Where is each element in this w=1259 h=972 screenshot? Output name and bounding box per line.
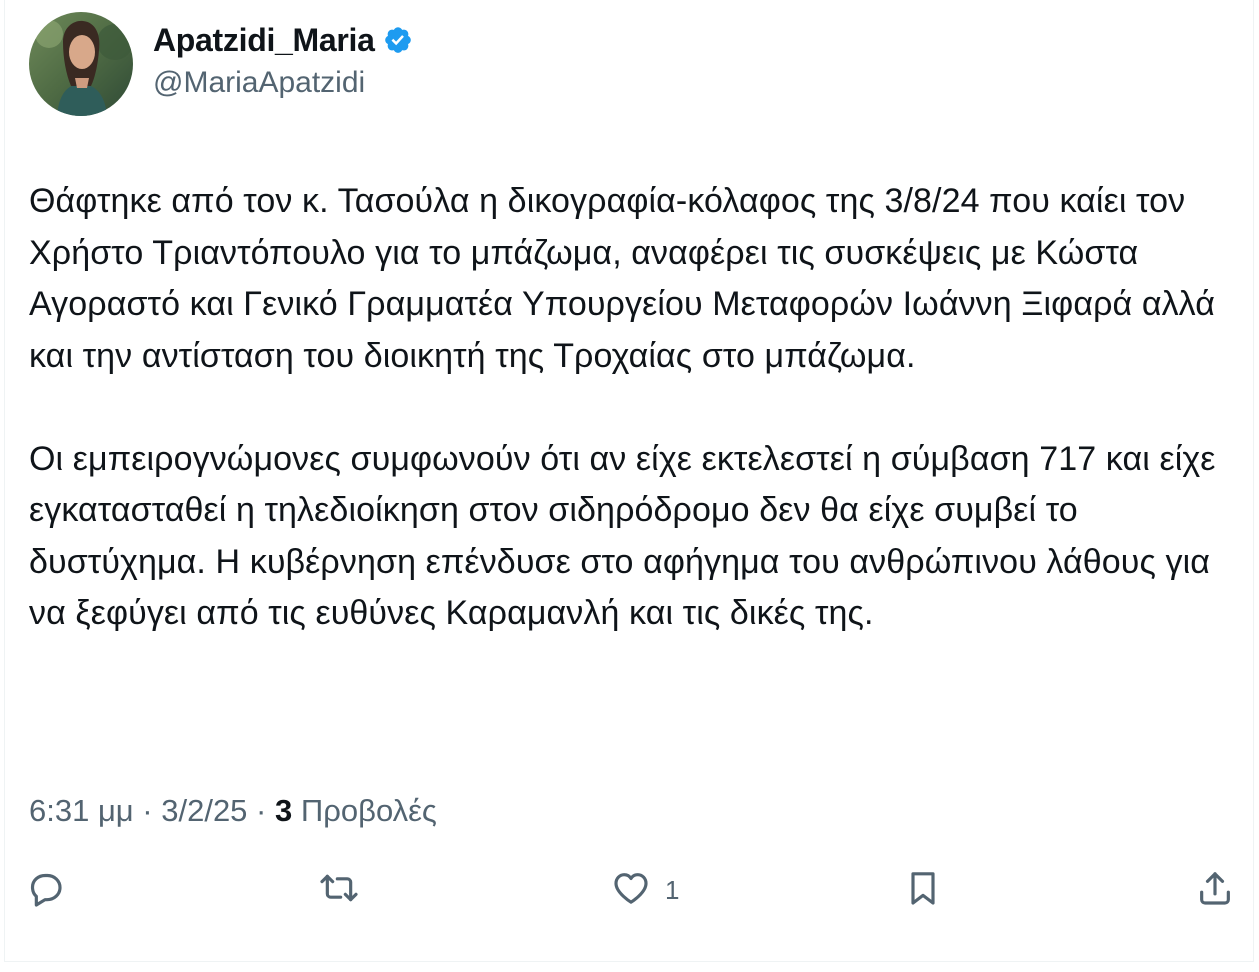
tweet-paragraph: Θάφτηκε από τον κ. Τασούλα η δικογραφία-… <box>29 182 1225 375</box>
share-icon <box>1195 868 1235 913</box>
retweet-button[interactable] <box>319 862 359 918</box>
views-count: 3 <box>275 793 293 828</box>
tweet-header: Apatzidi_Maria @MariaApatzidi <box>29 12 413 116</box>
like-button[interactable]: 1 <box>611 862 679 918</box>
author-handle[interactable]: @MariaApatzidi <box>153 63 413 103</box>
display-name-row: Apatzidi_Maria <box>153 17 413 63</box>
views-label: Προβολές <box>292 793 437 828</box>
tweet-time[interactable]: 6:31 μμ <box>29 793 134 828</box>
tweet-date[interactable]: 3/2/25 <box>161 793 247 828</box>
avatar[interactable] <box>29 12 133 116</box>
share-button[interactable] <box>1195 862 1235 918</box>
author-names: Apatzidi_Maria @MariaApatzidi <box>153 17 413 103</box>
tweet-text: Θάφτηκε από τον κ. Τασούλα η δικογραφία-… <box>29 176 1241 640</box>
bookmark-icon <box>903 868 943 913</box>
tweet-meta: 6:31 μμ · 3/2/25 · 3 Προβολές <box>29 793 437 829</box>
meta-separator: · <box>133 793 162 828</box>
retweet-icon <box>319 868 359 913</box>
display-name[interactable]: Apatzidi_Maria <box>153 22 375 59</box>
meta-separator: · <box>247 793 275 828</box>
tweet-paragraph: Οι εμπειρογνώμονες συμφωνούν ότι αν είχε… <box>29 439 1226 633</box>
reply-button[interactable] <box>25 862 65 918</box>
like-count: 1 <box>665 874 680 905</box>
tweet-card: Apatzidi_Maria @MariaApatzidi Θάφτηκε απ… <box>4 0 1254 962</box>
avatar-photo <box>29 12 133 116</box>
bookmark-button[interactable] <box>903 862 943 918</box>
verified-badge-icon <box>383 25 413 55</box>
heart-icon <box>611 868 651 913</box>
reply-icon <box>25 868 65 913</box>
tweet-actions: 1 <box>5 862 1255 918</box>
